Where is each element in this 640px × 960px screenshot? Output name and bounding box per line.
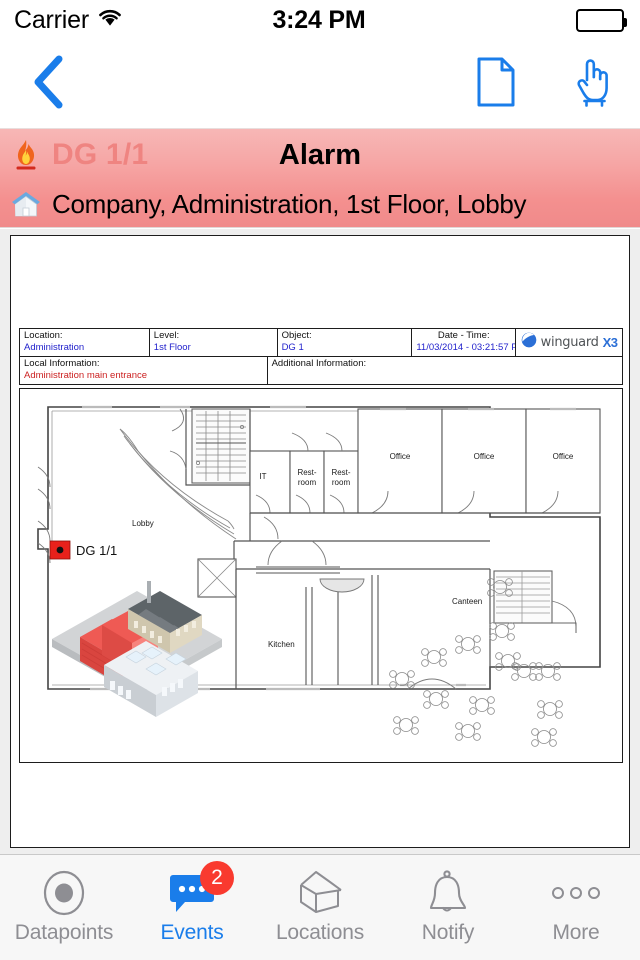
- carrier-label: Carrier: [14, 5, 89, 34]
- info-table-row: Local Information: Administration main e…: [20, 357, 622, 384]
- document-button[interactable]: [448, 57, 544, 112]
- info-value: 11/03/2014 - 03:21:57 PM: [416, 342, 517, 353]
- tab-bar: Datapoints 2 Events Locations Notify Mor…: [0, 854, 640, 960]
- tab-label: Datapoints: [14, 921, 114, 944]
- tab-locations[interactable]: Locations: [256, 855, 384, 960]
- info-cell-logo: winguard X3: [516, 329, 622, 356]
- info-label: Local Information:: [24, 358, 100, 369]
- room-label-office-3: Office: [553, 452, 574, 461]
- info-label: Level:: [153, 330, 180, 341]
- events-badge: 2: [200, 861, 234, 895]
- document-scroll-area[interactable]: Location: Administration Level: 1st Floo…: [0, 229, 640, 854]
- bell-icon: [425, 867, 471, 919]
- house-icon: [0, 189, 52, 219]
- info-value: Administration main entrance: [24, 370, 148, 381]
- floorplan-drawing: Lobby IT Rest- room Rest- room Office Of…: [37, 405, 601, 747]
- info-cell-local-information: Local Information: Administration main e…: [20, 357, 268, 384]
- speech-bubble-icon: 2: [168, 861, 234, 919]
- room-label-office-1: Office: [390, 452, 411, 461]
- status-bar-right: [424, 8, 640, 32]
- app-screen: Carrier 3:24 PM DG 1/1 Alarm Company, Ad…: [0, 0, 640, 960]
- info-value: 1st Floor: [153, 342, 191, 353]
- hand-tool-button[interactable]: [544, 56, 640, 113]
- alarm-marker-label: DG 1/1: [76, 543, 117, 558]
- alarm-header-row: DG 1/1 Alarm: [0, 129, 640, 181]
- info-table: Location: Administration Level: 1st Floo…: [19, 328, 623, 385]
- back-button[interactable]: [0, 54, 96, 115]
- status-bar-left: Carrier: [0, 6, 214, 35]
- flame-icon: [0, 138, 52, 172]
- datapoint-circle-icon: [41, 867, 87, 919]
- tab-label: Events: [160, 921, 224, 944]
- floorplan-frame[interactable]: Lobby IT Rest- room Rest- room Office Of…: [19, 388, 623, 763]
- room-label-restroom-1a: Rest-: [297, 468, 316, 477]
- info-cell-location: Location: Administration: [20, 329, 150, 356]
- tab-more[interactable]: More: [512, 855, 640, 960]
- room-label-restroom-1b: room: [298, 478, 317, 487]
- pointing-hand-icon: [571, 56, 613, 113]
- info-cell-datetime: Date - Time: 11/03/2014 - 03:21:57 PM: [412, 329, 517, 356]
- info-label: Additional Information:: [271, 358, 367, 369]
- info-value: Administration: [24, 342, 85, 353]
- info-cell-additional-information: Additional Information:: [268, 357, 622, 384]
- info-cell-object: Object: DG 1: [278, 329, 413, 356]
- info-table-row: Location: Administration Level: 1st Floo…: [20, 329, 622, 357]
- battery-full-icon: [576, 8, 627, 32]
- room-label-lobby: Lobby: [132, 519, 154, 528]
- status-bar-time: 3:24 PM: [272, 5, 366, 34]
- document-icon: [476, 57, 516, 112]
- winguard-logo: winguard X3: [521, 332, 618, 353]
- winguard-name: winguard: [540, 335, 599, 350]
- info-label: Object:: [281, 330, 312, 341]
- tab-label: More: [552, 921, 600, 944]
- room-label-restroom-2a: Rest-: [331, 468, 350, 477]
- ellipsis-icon: [546, 867, 606, 919]
- chevron-left-icon: [31, 54, 65, 115]
- alarm-banner[interactable]: DG 1/1 Alarm Company, Administration, 1s…: [0, 128, 640, 228]
- info-cell-level: Level: 1st Floor: [150, 329, 278, 356]
- tab-datapoints[interactable]: Datapoints: [0, 855, 128, 960]
- wifi-icon: [97, 8, 123, 32]
- house-3d-icon: [294, 867, 346, 919]
- room-label-it: IT: [259, 472, 266, 481]
- info-value: DG 1: [281, 342, 304, 353]
- room-label-office-2: Office: [474, 452, 495, 461]
- info-label: Date - Time:: [437, 330, 490, 341]
- alarm-location-path: Company, Administration, 1st Floor, Lobb…: [52, 188, 527, 219]
- tab-notify[interactable]: Notify: [384, 855, 512, 960]
- alarm-marker: DG 1/1: [49, 540, 117, 560]
- alarm-document-page[interactable]: Location: Administration Level: 1st Floo…: [10, 235, 630, 848]
- alarm-location-row: Company, Administration, 1st Floor, Lobb…: [0, 181, 640, 227]
- navigation-bar: [0, 40, 640, 128]
- tab-label: Notify: [421, 921, 475, 944]
- winguard-version: X3: [602, 335, 618, 350]
- winguard-logo-icon: [521, 332, 537, 353]
- status-bar: Carrier 3:24 PM: [0, 0, 640, 40]
- tab-events[interactable]: 2 Events: [128, 855, 256, 960]
- room-label-restroom-2b: room: [332, 478, 351, 487]
- room-label-canteen: Canteen: [452, 597, 482, 606]
- tab-label: Locations: [275, 921, 365, 944]
- info-label: Location:: [24, 330, 63, 341]
- room-label-kitchen: Kitchen: [268, 640, 295, 649]
- alarm-datapoint-label: DG 1/1: [52, 138, 149, 171]
